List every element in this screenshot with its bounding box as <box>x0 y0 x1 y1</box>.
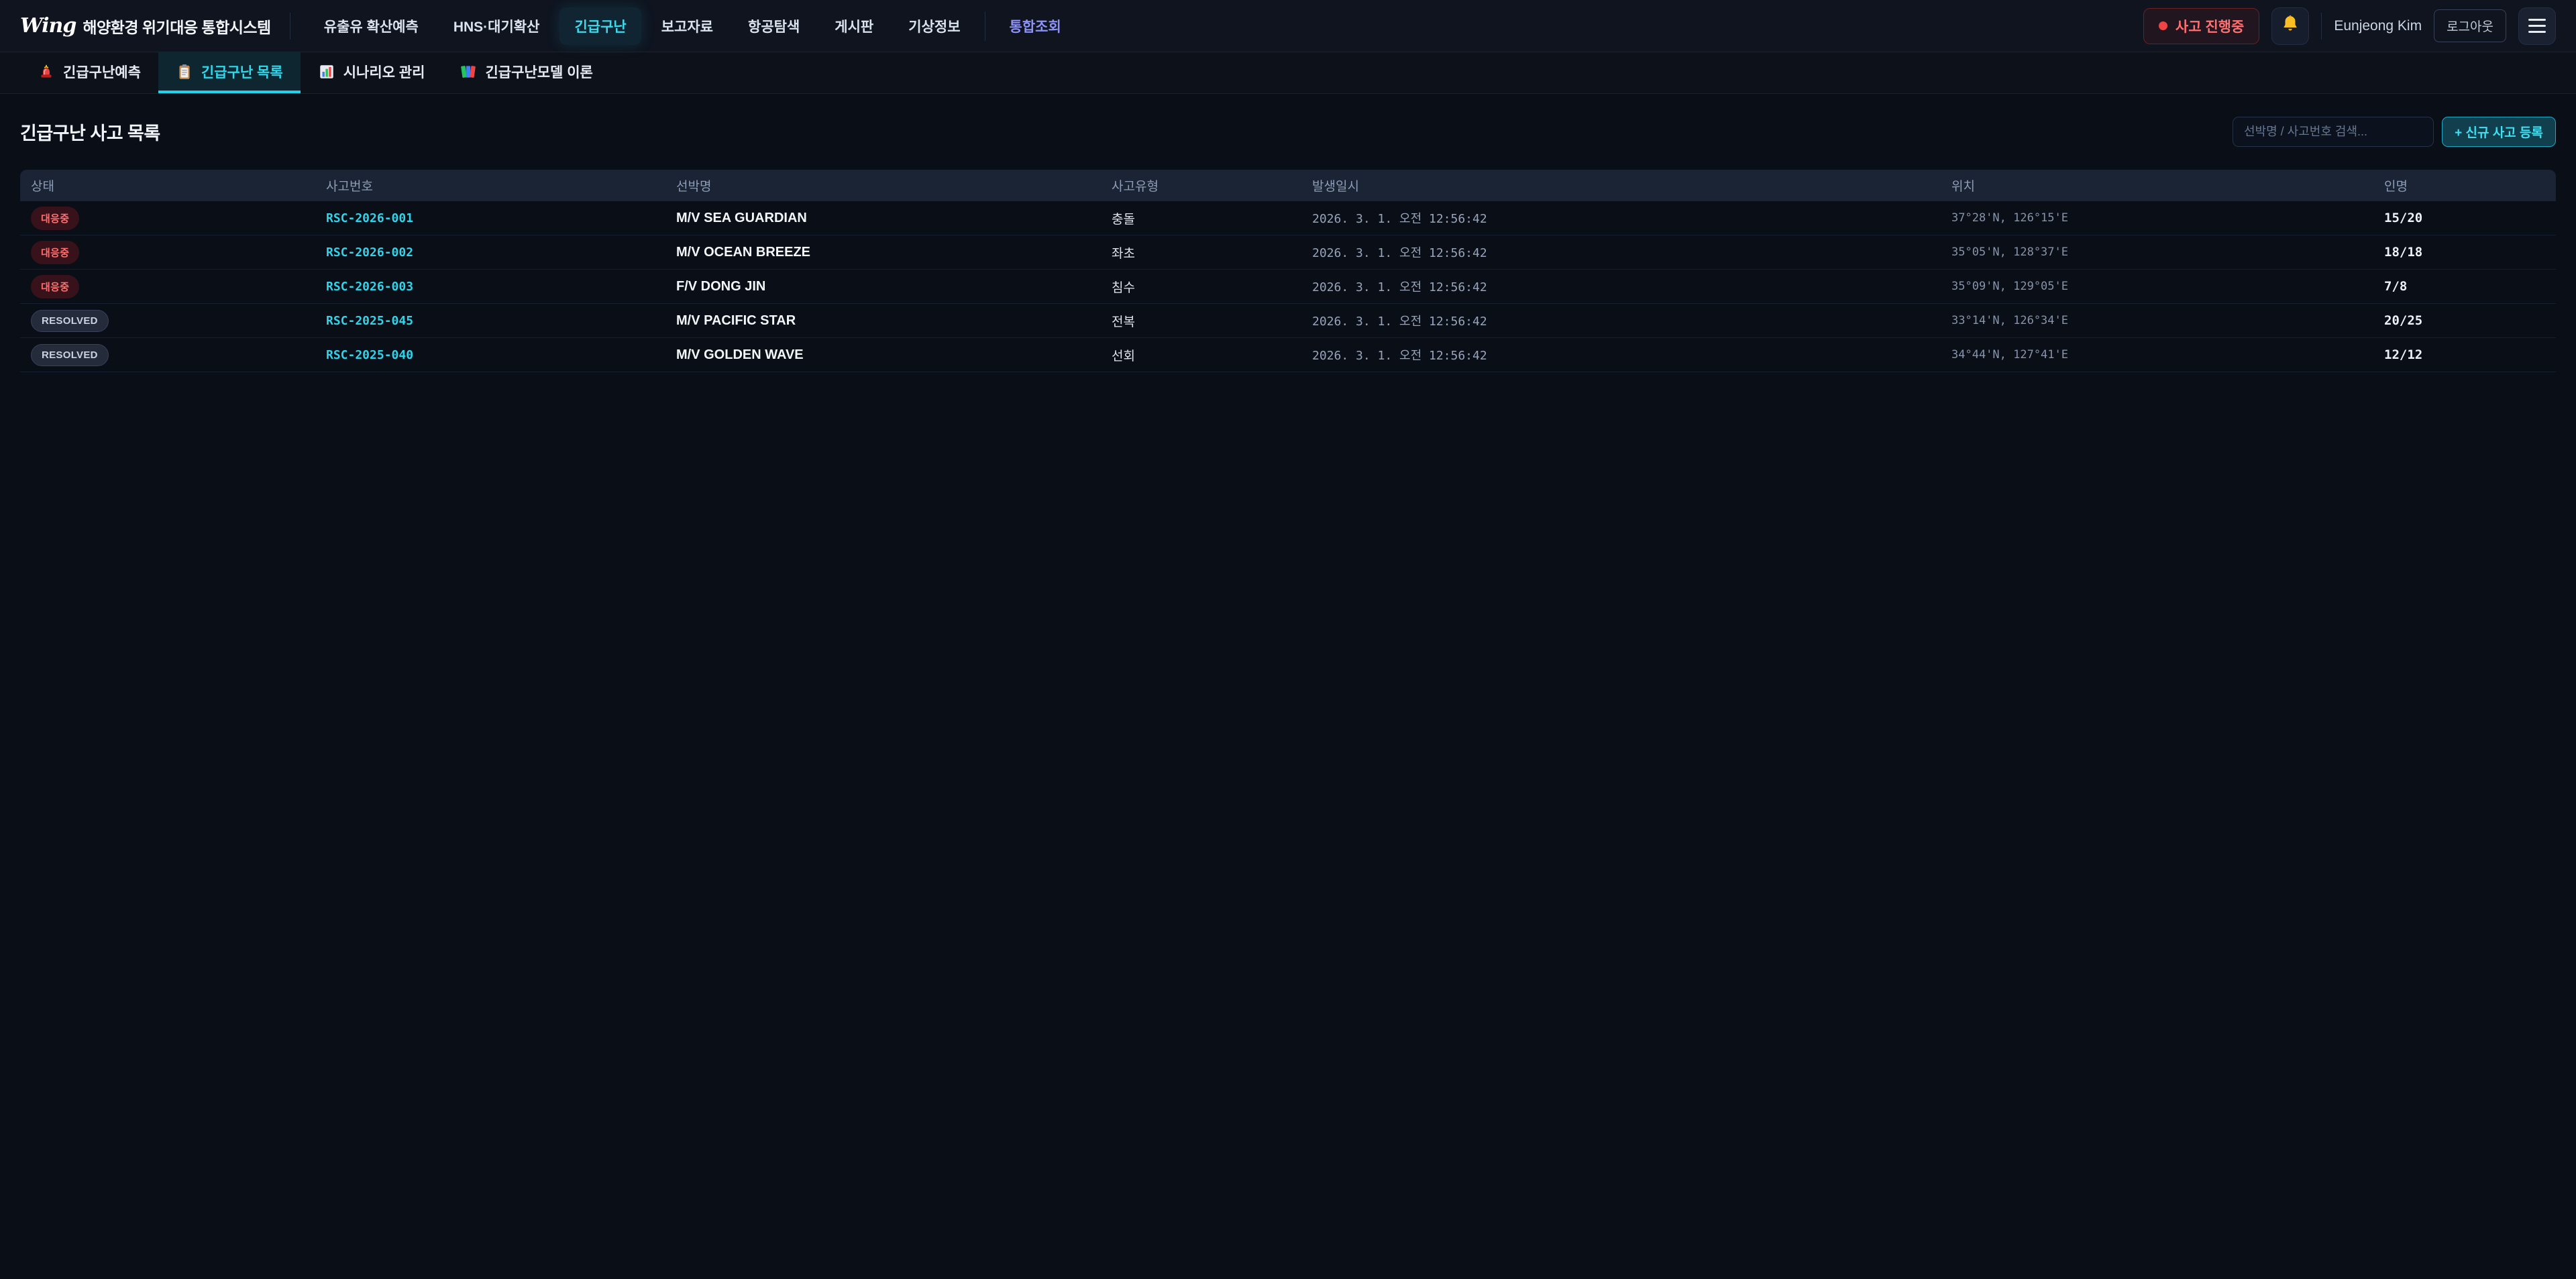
notifications-button[interactable] <box>2271 7 2309 45</box>
incident-location: 33°14'N, 126°34'E <box>1941 314 2373 327</box>
incident-datetime: 2026. 3. 1. 오전 12:56:42 <box>1301 312 1941 329</box>
tab-scenario-management[interactable]: 시나리오 관리 <box>301 52 443 93</box>
top-navbar: Wing 해양환경 위기대응 통합시스템 유출유 확산예측 HNS·대기확산 긴… <box>0 0 2576 52</box>
header-location: 위치 <box>1941 176 2373 194</box>
user-divider <box>2321 13 2322 40</box>
incident-table: 상태 사고번호 선박명 사고유형 발생일시 위치 인명 대응중 RSC-2026… <box>20 170 2556 372</box>
bar-chart-icon <box>318 63 335 80</box>
table-row[interactable]: 대응중 RSC-2026-001 M/V SEA GUARDIAN 충돌 202… <box>20 201 2556 235</box>
header-persons: 인명 <box>2373 176 2556 194</box>
app-title: 해양환경 위기대응 통합시스템 <box>83 15 270 38</box>
logout-button[interactable]: 로그아웃 <box>2434 9 2506 42</box>
nav-item-integrated-search[interactable]: 통합조회 <box>995 7 1076 45</box>
page-header: 긴급구난 사고 목록 + 신규 사고 등록 <box>0 94 2576 170</box>
incident-datetime: 2026. 3. 1. 오전 12:56:42 <box>1301 346 1941 364</box>
incident-id-link[interactable]: RSC-2025-045 <box>315 314 665 328</box>
incident-datetime: 2026. 3. 1. 오전 12:56:42 <box>1301 209 1941 227</box>
nav-item-board[interactable]: 게시판 <box>820 7 888 45</box>
nav-item-hns[interactable]: HNS·대기확산 <box>439 7 555 45</box>
vessel-name: M/V PACIFIC STAR <box>665 313 1101 329</box>
status-badge: 대응중 <box>31 241 79 264</box>
nav-item-aerial-search[interactable]: 항공탐색 <box>733 7 814 45</box>
incident-id-link[interactable]: RSC-2026-003 <box>315 280 665 294</box>
incident-datetime: 2026. 3. 1. 오전 12:56:42 <box>1301 278 1941 295</box>
incident-type: 침수 <box>1101 278 1301 296</box>
vessel-name: M/V OCEAN BREEZE <box>665 245 1101 260</box>
main-nav: 유출유 확산예측 HNS·대기확산 긴급구난 보고자료 항공탐색 게시판 기상정… <box>309 7 1076 45</box>
tab-label: 긴급구난예측 <box>63 62 141 82</box>
header-incident-id: 사고번호 <box>315 176 665 194</box>
tab-rescue-list[interactable]: 긴급구난 목록 <box>158 52 301 93</box>
table-header-row: 상태 사고번호 선박명 사고유형 발생일시 위치 인명 <box>20 170 2556 201</box>
menu-button[interactable] <box>2518 7 2556 45</box>
incident-datetime: 2026. 3. 1. 오전 12:56:42 <box>1301 243 1941 261</box>
header-status: 상태 <box>20 176 315 194</box>
tab-label: 긴급구난 목록 <box>201 62 283 82</box>
wing-logo-icon: Wing <box>20 14 76 38</box>
tab-rescue-prediction[interactable]: 긴급구난예측 <box>20 52 158 93</box>
books-icon <box>460 63 477 80</box>
header-type: 사고유형 <box>1101 176 1301 194</box>
table-row[interactable]: RESOLVED RSC-2025-040 M/V GOLDEN WAVE 선회… <box>20 338 2556 372</box>
bell-icon <box>2280 14 2300 38</box>
vessel-name: M/V GOLDEN WAVE <box>665 347 1101 363</box>
nav-item-rescue[interactable]: 긴급구난 <box>559 7 641 45</box>
status-badge: RESOLVED <box>31 310 109 332</box>
incident-type: 좌초 <box>1101 243 1301 262</box>
navbar-right: 사고 진행중 Eunjeong Kim 로그아웃 <box>2143 7 2556 45</box>
new-incident-button[interactable]: + 신규 사고 등록 <box>2442 117 2556 147</box>
tab-label: 시나리오 관리 <box>343 62 425 82</box>
persons-count: 20/25 <box>2373 313 2556 328</box>
incident-in-progress-badge: 사고 진행중 <box>2143 8 2259 44</box>
table-row[interactable]: 대응중 RSC-2026-002 M/V OCEAN BREEZE 좌초 202… <box>20 235 2556 270</box>
nav-item-weather[interactable]: 기상정보 <box>894 7 975 45</box>
app-logo[interactable]: Wing 해양환경 위기대응 통합시스템 <box>20 14 271 38</box>
vessel-name: M/V SEA GUARDIAN <box>665 211 1101 226</box>
nav-item-reports[interactable]: 보고자료 <box>647 7 728 45</box>
tab-label: 긴급구난모델 이론 <box>485 62 592 82</box>
alert-dot-icon <box>2159 21 2167 30</box>
incident-type: 충돌 <box>1101 209 1301 227</box>
incident-location: 37°28'N, 126°15'E <box>1941 211 2373 225</box>
persons-count: 12/12 <box>2373 347 2556 362</box>
persons-count: 15/20 <box>2373 211 2556 225</box>
status-badge: 대응중 <box>31 207 79 230</box>
page-title: 긴급구난 사고 목록 <box>20 119 160 145</box>
header-datetime: 발생일시 <box>1301 176 1941 194</box>
incident-id-link[interactable]: RSC-2026-001 <box>315 211 665 225</box>
header-vessel: 선박명 <box>665 176 1101 194</box>
nav-item-oil-spill[interactable]: 유출유 확산예측 <box>309 7 433 45</box>
search-input[interactable] <box>2233 117 2434 147</box>
incident-type: 전복 <box>1101 312 1301 330</box>
persons-count: 7/8 <box>2373 279 2556 294</box>
incident-type: 선회 <box>1101 346 1301 364</box>
incident-location: 35°05'N, 128°37'E <box>1941 245 2373 259</box>
persons-count: 18/18 <box>2373 245 2556 260</box>
table-row[interactable]: 대응중 RSC-2026-003 F/V DONG JIN 침수 2026. 3… <box>20 270 2556 304</box>
user-name: Eunjeong Kim <box>2334 18 2422 34</box>
status-badge: RESOLVED <box>31 344 109 366</box>
siren-icon <box>38 63 55 80</box>
tab-rescue-model-theory[interactable]: 긴급구난모델 이론 <box>442 52 610 93</box>
incident-id-link[interactable]: RSC-2025-040 <box>315 348 665 362</box>
status-badge: 대응중 <box>31 275 79 298</box>
page-actions: + 신규 사고 등록 <box>2233 117 2556 147</box>
incident-location: 35°09'N, 129°05'E <box>1941 280 2373 293</box>
incident-badge-label: 사고 진행중 <box>2176 16 2244 36</box>
clipboard-icon <box>176 63 193 80</box>
vessel-name: F/V DONG JIN <box>665 279 1101 294</box>
hamburger-icon <box>2528 19 2546 21</box>
incident-id-link[interactable]: RSC-2026-002 <box>315 245 665 260</box>
incident-location: 34°44'N, 127°41'E <box>1941 348 2373 362</box>
sub-tabbar: 긴급구난예측 긴급구난 목록 시나리오 관리 <box>0 52 2576 94</box>
table-row[interactable]: RESOLVED RSC-2025-045 M/V PACIFIC STAR 전… <box>20 304 2556 338</box>
